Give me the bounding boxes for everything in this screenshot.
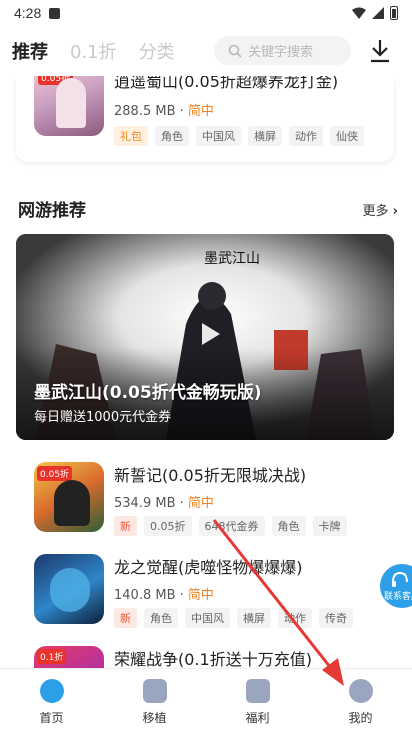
list-item[interactable]: 0.05折 逍遥蜀山(0.05折超爆养龙打金) 288.5 MB · 简中 礼包…: [0, 76, 412, 156]
search-placeholder: 关键字搜索: [248, 45, 314, 60]
chevron-right-icon: ›: [392, 204, 398, 219]
tab-recommend[interactable]: 推荐: [12, 38, 48, 64]
clock: 4:28: [14, 5, 42, 21]
section-header: 网游推荐 更多 ›: [18, 196, 398, 224]
discount-badge: 0.1折: [37, 649, 67, 664]
user-icon: [348, 679, 373, 703]
tab-discount[interactable]: 0.1折: [70, 38, 117, 64]
home-icon: [39, 679, 64, 703]
customer-service-label: 联系客服: [383, 592, 412, 602]
list-item[interactable]: 0.05折 新誓记(0.05折无限城决战) 534.9 MB · 简中 新 0.…: [0, 462, 412, 552]
tag: 横屏: [237, 608, 271, 628]
nav-label: 我的: [348, 711, 373, 725]
discount-badge: 0.05折: [37, 466, 73, 481]
nav-item-home[interactable]: 首页: [0, 669, 103, 732]
game-language: 简中: [187, 496, 214, 511]
tag: 卡牌: [312, 516, 347, 536]
game-thumbnail: 0.05折: [34, 462, 104, 532]
tag: 648代金券: [198, 516, 265, 536]
game-title: 逍遥蜀山(0.05折超爆养龙打金): [114, 76, 339, 91]
star-card-icon: [245, 679, 270, 703]
headset-icon: [392, 571, 408, 587]
meta-dot: ·: [179, 104, 188, 119]
tag: 新: [114, 608, 137, 628]
banner-art-text: 墨武江山: [204, 251, 260, 267]
character-art: [56, 78, 86, 128]
meta-dot: ·: [179, 496, 188, 511]
tag: 横屏: [248, 126, 282, 146]
game-language: 简中: [187, 104, 214, 119]
battery-icon: [390, 6, 398, 20]
gamepad-icon: [142, 679, 167, 703]
tag: 动作: [278, 608, 312, 628]
notification-icon: [49, 7, 61, 19]
nav-label: 首页: [39, 711, 64, 725]
tag: 新: [114, 516, 137, 536]
tag-list: 新 角色 中国风 横屏 动作 传奇: [114, 608, 353, 628]
content-area[interactable]: 0.05折 逍遥蜀山(0.05折超爆养龙打金) 288.5 MB · 简中 礼包…: [0, 76, 412, 668]
section-title: 网游推荐: [18, 201, 86, 221]
nav-item-port[interactable]: 移植: [103, 669, 206, 732]
nav-label: 移植: [142, 711, 167, 725]
list-item[interactable]: 龙之觉醒(虎噬怪物爆爆爆) 140.8 MB · 简中 新 角色 中国风 横屏 …: [0, 554, 412, 644]
bottom-nav: 首页 移植 福利 我的: [0, 668, 412, 732]
game-title: 新誓记(0.05折无限城决战): [114, 466, 307, 485]
game-size: 140.8 MB: [114, 588, 176, 603]
tag: 动作: [289, 126, 323, 146]
tab-category[interactable]: 分类: [139, 38, 175, 64]
game-meta: 288.5 MB · 简中: [114, 100, 214, 119]
top-bar: 推荐 0.1折 分类 关键字搜索: [0, 26, 412, 76]
nav-item-profile[interactable]: 我的: [309, 669, 412, 732]
more-label: 更多: [362, 204, 389, 219]
tag: 中国风: [185, 608, 230, 628]
game-size: 534.9 MB: [114, 496, 176, 511]
featured-banner[interactable]: 墨武江山 墨武江山(0.05折代金畅玩版) 每日赠送1000元代金券: [16, 234, 394, 440]
tag: 角色: [271, 516, 306, 536]
status-icons: [352, 6, 398, 20]
more-link[interactable]: 更多 ›: [362, 200, 398, 219]
nav-label: 福利: [245, 711, 270, 725]
tag: 角色: [144, 608, 178, 628]
game-language: 简中: [187, 588, 214, 603]
tag: 中国风: [196, 126, 241, 146]
signal-icon: [372, 7, 384, 19]
tag: 0.05折: [144, 516, 192, 536]
meta-dot: ·: [179, 588, 188, 603]
game-size: 288.5 MB: [114, 104, 176, 119]
game-meta: 534.9 MB · 简中: [114, 492, 214, 511]
game-thumbnail: [34, 554, 104, 624]
tag: 传奇: [319, 608, 353, 628]
character-art: [54, 480, 90, 526]
tag: 仙侠: [330, 126, 364, 146]
tag-list: 新 0.05折 648代金券 角色 卡牌: [114, 516, 347, 536]
tag: 礼包: [114, 126, 148, 146]
game-title: 荣耀战争(0.1折送十万充值): [114, 650, 312, 668]
search-input[interactable]: 关键字搜索: [214, 36, 351, 65]
game-thumbnail: 0.05折: [34, 76, 104, 136]
game-meta: 140.8 MB · 简中: [114, 584, 214, 603]
status-bar: 4:28: [0, 0, 412, 26]
download-icon[interactable]: [368, 38, 392, 64]
tag: 角色: [155, 126, 189, 146]
list-item[interactable]: 0.1折 荣耀战争(0.1折送十万充值): [0, 646, 412, 668]
game-thumbnail: 0.1折: [34, 646, 104, 668]
game-title: 龙之觉醒(虎噬怪物爆爆爆): [114, 558, 303, 577]
search-icon: [228, 44, 242, 58]
tag-list: 礼包 角色 中国风 横屏 动作 仙侠: [114, 126, 364, 146]
banner-subtitle: 每日赠送1000元代金券: [34, 410, 172, 425]
wifi-icon: [352, 7, 366, 19]
nav-item-welfare[interactable]: 福利: [206, 669, 309, 732]
banner-title: 墨武江山(0.05折代金畅玩版): [34, 383, 262, 403]
character-art: [50, 568, 90, 612]
play-icon[interactable]: [196, 320, 224, 348]
